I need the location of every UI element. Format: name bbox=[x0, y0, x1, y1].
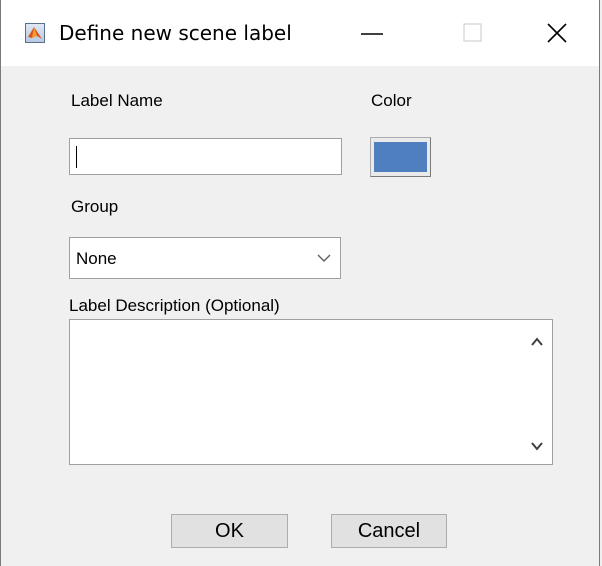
window-title: Define new scene label bbox=[59, 21, 292, 45]
scroll-down-icon[interactable] bbox=[528, 438, 546, 454]
label-description-label: Label Description (Optional) bbox=[69, 296, 280, 315]
color-label: Color bbox=[371, 91, 412, 110]
group-dropdown[interactable]: None bbox=[69, 237, 341, 279]
chevron-down-icon bbox=[317, 254, 331, 262]
minimize-button[interactable] bbox=[351, 10, 397, 56]
group-label: Group bbox=[71, 197, 119, 216]
maximize-icon bbox=[463, 23, 482, 42]
ok-button[interactable]: OK bbox=[171, 514, 288, 548]
group-dropdown-value: None bbox=[76, 249, 117, 268]
dialog-window: Define new scene label Label Name Color … bbox=[0, 0, 600, 566]
close-icon bbox=[547, 23, 567, 43]
label-name-label: Label Name bbox=[71, 91, 163, 110]
title-bar: Define new scene label bbox=[1, 0, 599, 66]
label-description-textarea[interactable] bbox=[69, 319, 553, 465]
cancel-button[interactable]: Cancel bbox=[331, 514, 447, 548]
maximize-button[interactable] bbox=[447, 10, 493, 56]
scroll-up-icon[interactable] bbox=[528, 334, 546, 350]
close-button[interactable] bbox=[544, 10, 590, 56]
minimize-icon bbox=[361, 33, 383, 35]
matlab-icon bbox=[25, 23, 45, 43]
label-name-input[interactable] bbox=[69, 138, 342, 175]
text-caret bbox=[76, 146, 77, 168]
color-picker-button[interactable] bbox=[370, 137, 431, 177]
color-swatch-fill bbox=[374, 142, 427, 172]
